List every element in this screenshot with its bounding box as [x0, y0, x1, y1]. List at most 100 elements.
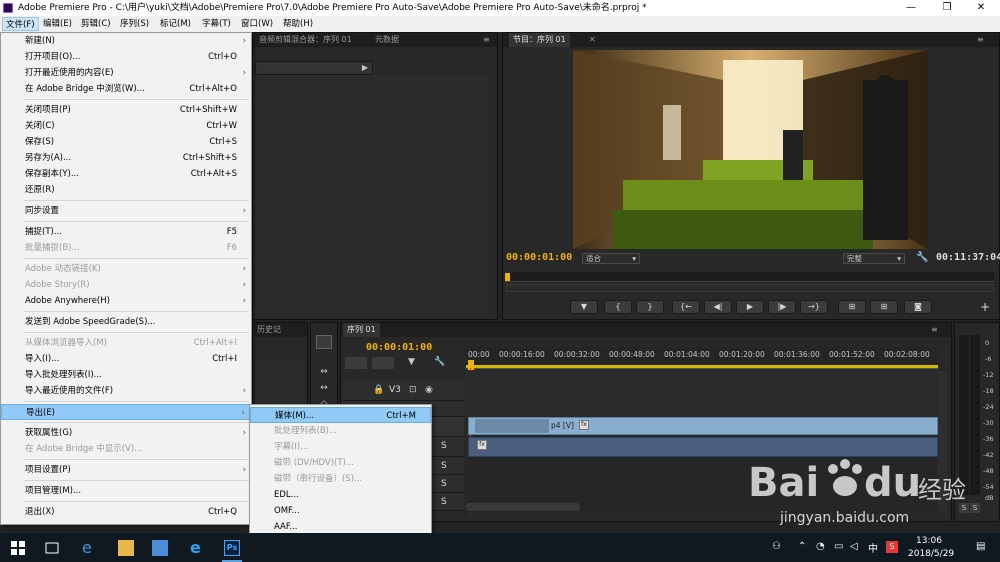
restore-button[interactable]: ❐ [932, 0, 962, 16]
horizontal-scrollbar[interactable] [466, 503, 580, 511]
minimize-button[interactable]: — [896, 0, 926, 16]
file-menu-item[interactable]: 另存为(A)... Ctrl+Shift+S [1, 150, 251, 166]
file-menu-item[interactable]: 保存副本(Y)... Ctrl+Alt+S [1, 166, 251, 182]
ime-indicator[interactable]: 中 [868, 540, 878, 555]
windows-start-icon[interactable] [10, 540, 26, 556]
clock-time[interactable]: 13:06 [916, 536, 942, 546]
wrench-icon[interactable]: 🔧 [916, 252, 928, 263]
tab-sequence[interactable]: 序列 01 [343, 323, 380, 337]
task-view-icon[interactable] [44, 540, 60, 556]
file-menu-item[interactable]: 打开项目(O)... Ctrl+O [1, 49, 251, 65]
step-back-button[interactable]: ◀| [704, 300, 732, 314]
go-to-in-button[interactable]: {← [672, 300, 700, 314]
lock-icon[interactable]: 🔒 [373, 385, 384, 395]
file-menu-item[interactable]: 还原(R) [1, 182, 251, 198]
rate-stretch-tool-icon[interactable]: ↔ [316, 383, 332, 397]
time-ruler[interactable]: 00:00 00:00:16:00 00:00:32:00 00:00:48:0… [466, 347, 938, 369]
file-menu-item[interactable]: 导入(I)... Ctrl+I [1, 351, 251, 367]
playhead-handle[interactable] [468, 360, 474, 370]
file-explorer-icon[interactable] [118, 540, 134, 556]
panel-menu-icon[interactable]: ≡ [973, 33, 988, 47]
add-marker-button[interactable]: ▼ [570, 300, 598, 314]
file-menu-item[interactable]: 关闭(C) Ctrl+W [1, 118, 251, 134]
zoom-bar[interactable] [506, 284, 994, 292]
file-menu-item[interactable]: 打开最近使用的内容(E) › [1, 65, 251, 81]
menu-window[interactable]: 窗口(W) [238, 17, 276, 31]
sync-lock-icon[interactable]: ⊡ [409, 385, 417, 395]
play-button[interactable]: ▶ [736, 300, 764, 314]
fit-dropdown[interactable]: 适合 ▾ [582, 253, 640, 264]
snap-icon[interactable] [345, 357, 367, 369]
ie-icon[interactable]: e [190, 540, 206, 556]
menu-file[interactable]: 文件(F) [2, 17, 39, 31]
video-clip[interactable]: p4 [V] fx [468, 417, 938, 435]
file-menu-item[interactable]: 导入批处理列表(I)... [1, 367, 251, 383]
file-menu-item[interactable]: 获取属性(G) › [1, 425, 251, 441]
ripple-edit-tool-icon[interactable]: ⇔ [316, 367, 332, 381]
mark-out-button[interactable]: } [636, 300, 664, 314]
file-menu-item[interactable]: 退出(X) Ctrl+Q [1, 504, 251, 520]
file-menu-item[interactable]: 项目管理(M)... [1, 483, 251, 499]
tab-history[interactable]: 历史记 [253, 323, 285, 337]
scrub-bar[interactable] [506, 272, 994, 282]
battery-icon[interactable]: ▭ [834, 541, 843, 552]
fx-badge[interactable]: fx [477, 440, 487, 450]
add-button[interactable]: + [980, 300, 990, 314]
quality-dropdown[interactable]: 完整 ▾ [843, 253, 905, 264]
file-menu-item[interactable]: 新建(N) › [1, 33, 251, 49]
menu-help[interactable]: 帮助(H) [280, 17, 316, 31]
menu-marker[interactable]: 标记(M) [157, 17, 194, 31]
file-menu-item[interactable]: 保存(S) Ctrl+S [1, 134, 251, 150]
track-select-tool-icon[interactable] [316, 351, 332, 365]
play-triangle-icon[interactable]: ▶ [362, 63, 368, 72]
menu-sequence[interactable]: 序列(S) [117, 17, 152, 31]
file-menu-item[interactable]: 导入最近使用的文件(F) › [1, 383, 251, 399]
selection-tool-icon[interactable] [316, 335, 332, 349]
mark-in-button[interactable]: { [604, 300, 632, 314]
store-icon[interactable] [152, 540, 168, 556]
file-menu-item[interactable]: 同步设置 › [1, 203, 251, 219]
notification-icon[interactable]: ▤ [976, 541, 985, 552]
timeline-settings-icon[interactable]: 🔧 [434, 357, 445, 367]
solo-button[interactable]: S [441, 479, 447, 489]
eye-icon[interactable]: ◉ [425, 385, 433, 395]
clock-date[interactable]: 2018/5/29 [908, 549, 954, 559]
tab-metadata[interactable]: 元数据 [371, 33, 403, 47]
playhead-marker[interactable] [505, 273, 510, 281]
edge-icon[interactable]: e [82, 540, 98, 556]
track-name[interactable]: V3 [389, 385, 401, 395]
go-to-out-button[interactable]: →} [800, 300, 828, 314]
export-menu-item[interactable]: EDL... [250, 487, 431, 503]
menu-clip[interactable]: 剪辑(C) [78, 17, 114, 31]
tab-program[interactable]: 节目：序列 01 [509, 33, 570, 47]
sogou-ime-icon[interactable]: S [886, 541, 898, 553]
extract-button[interactable]: ⊞ [870, 300, 898, 314]
timeline-timecode[interactable]: 00:00:01:00 [366, 342, 432, 353]
work-area-bar[interactable] [466, 365, 938, 368]
file-menu-item[interactable]: 在 Adobe Bridge 中浏览(W)... Ctrl+Alt+O [1, 81, 251, 97]
network-icon[interactable]: ◔ [816, 541, 825, 552]
panel-menu-icon[interactable]: ≡ [927, 323, 942, 337]
file-menu-item[interactable]: Adobe Anywhere(H) › [1, 293, 251, 309]
chevron-up-icon[interactable]: ⌃ [798, 541, 806, 552]
fx-badge[interactable]: fx [579, 420, 589, 430]
volume-icon[interactable]: ◁ [850, 541, 858, 552]
lift-button[interactable]: ⊞ [838, 300, 866, 314]
solo-button[interactable]: S [441, 497, 447, 507]
export-menu-item[interactable]: OMF... [250, 503, 431, 519]
tab-audio-mixer[interactable]: 音频剪辑混合器：序列 01 [255, 33, 356, 47]
export-menu-item[interactable]: 媒体(M)... Ctrl+M [250, 407, 431, 423]
close-tab-icon[interactable]: ✕ [585, 33, 600, 47]
solo-button[interactable]: S [441, 461, 447, 471]
add-marker-icon[interactable]: ▼ [408, 357, 415, 367]
link-icon[interactable] [372, 357, 394, 369]
program-timecode[interactable]: 00:00:01:00 [506, 252, 572, 263]
menu-edit[interactable]: 编辑(E) [40, 17, 75, 31]
solo-button[interactable]: S [441, 441, 447, 451]
file-menu-item[interactable]: 项目设置(P) › [1, 462, 251, 478]
file-menu-item[interactable]: 导出(E) › [1, 404, 251, 420]
panel-menu-icon[interactable]: ≡ [479, 33, 494, 47]
file-menu-item[interactable]: 关闭项目(P) Ctrl+Shift+W [1, 102, 251, 118]
export-frame-button[interactable]: ◙ [904, 300, 932, 314]
file-menu-item[interactable]: 捕捉(T)... F5 [1, 224, 251, 240]
